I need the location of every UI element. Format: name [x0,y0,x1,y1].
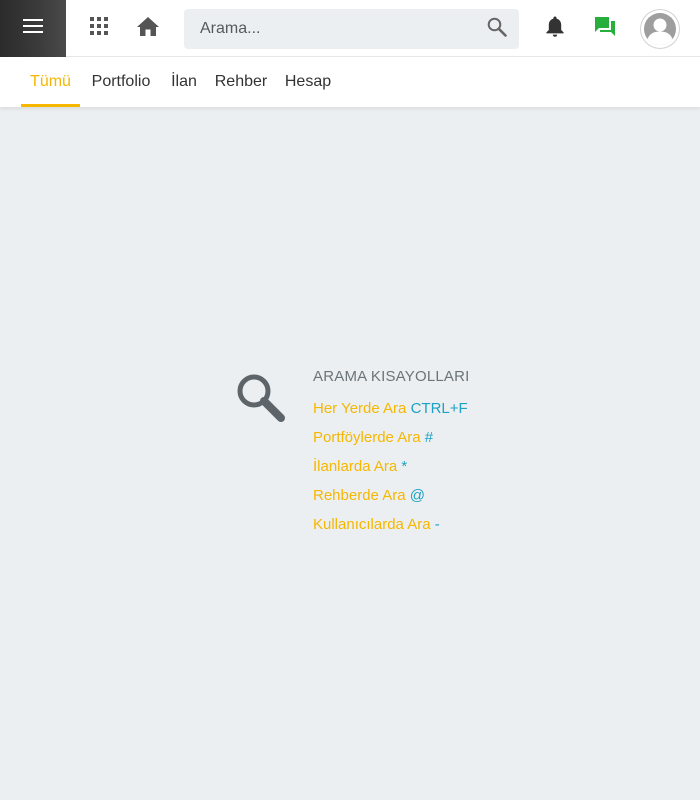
tab-ilan[interactable]: İlan [165,57,203,107]
shortcut-key: @ [409,487,425,504]
shortcut-item: Kullanıcılarda Ara - [313,516,440,533]
search-box [184,9,519,49]
home-button[interactable] [126,0,170,57]
shortcut-item: Her Yerde Ara CTRL+F [313,400,468,417]
home-icon [137,16,159,41]
top-bar [0,0,700,57]
shortcut-label: Her Yerde Ara [313,400,407,417]
shortcut-item: Portföylerde Ara # [313,429,433,446]
menu-button[interactable] [0,0,66,57]
menu-icon [23,19,43,38]
shortcut-label: Kullanıcılarda Ara [313,516,431,533]
tab-bar: Tümü Portfolio İlan Rehber Hesap [0,57,700,107]
notifications-button[interactable] [533,0,577,57]
avatar[interactable] [641,10,679,48]
search-input[interactable] [184,9,474,49]
shortcut-key: - [434,516,440,533]
tab-rehber[interactable]: Rehber [210,57,272,107]
messages-button[interactable] [583,0,627,57]
shortcut-key: CTRL+F [410,400,468,417]
shortcuts-title: ARAMA KISAYOLLARI [313,368,470,385]
search-shortcuts-panel: ARAMA KISAYOLLARI Her Yerde Ara CTRL+F P… [233,365,493,545]
shortcut-label: İlanlarda Ara [313,458,398,475]
tab-hesap[interactable]: Hesap [279,57,337,107]
shortcut-key: * [401,458,408,475]
shortcut-label: Portföylerde Ara [313,429,421,446]
shortcut-key: # [424,429,434,446]
avatar-icon [641,13,679,48]
bell-icon [546,16,564,42]
shortcut-item: Rehberde Ara @ [313,487,425,504]
chat-icon [594,16,616,42]
shortcut-item: İlanlarda Ara * [313,458,407,475]
apps-icon [90,17,108,40]
shortcut-label: Rehberde Ara [313,487,406,504]
search-icon [487,17,507,42]
apps-button[interactable] [77,0,121,57]
search-icon [233,370,289,426]
tab-portfolio[interactable]: Portfolio [84,57,158,107]
tab-all[interactable]: Tümü [21,57,80,107]
search-button[interactable] [485,17,509,41]
